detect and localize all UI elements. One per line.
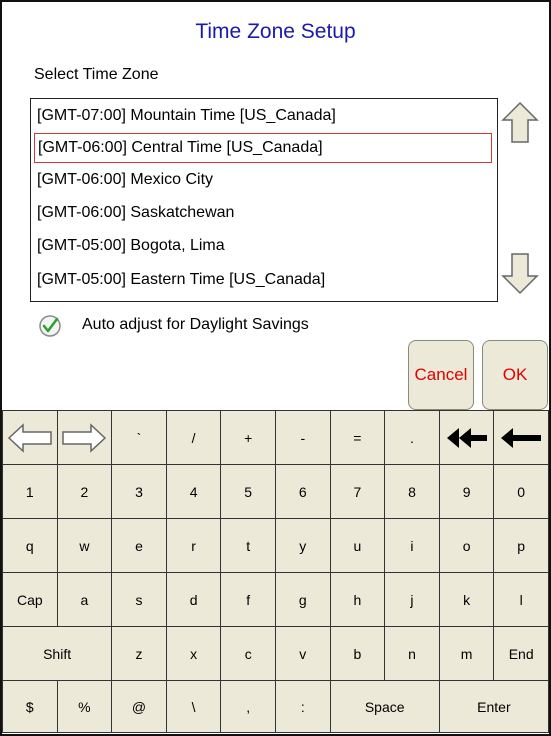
key-5[interactable]: 5	[220, 464, 276, 519]
key-equals[interactable]: =	[329, 410, 386, 465]
double-backspace-icon[interactable]	[438, 410, 495, 465]
scroll-down-arrow-icon[interactable]	[500, 252, 540, 296]
key-9[interactable]: 9	[438, 464, 495, 519]
key-b[interactable]: b	[329, 626, 386, 681]
scroll-up-arrow-icon[interactable]	[500, 100, 540, 144]
checkmark-icon[interactable]	[38, 314, 62, 338]
key-y[interactable]: y	[275, 518, 331, 573]
daylight-savings-label[interactable]: Auto adjust for Daylight Savings	[82, 316, 309, 334]
key-n[interactable]: n	[384, 626, 440, 681]
page-title: Time Zone Setup	[195, 20, 356, 43]
key-z[interactable]: z	[111, 626, 167, 681]
key-1[interactable]: 1	[2, 464, 58, 519]
key-4[interactable]: 4	[165, 464, 222, 519]
ok-button[interactable]: OK	[482, 340, 548, 410]
key-backtick[interactable]: `	[111, 410, 167, 465]
key-o[interactable]: o	[438, 518, 495, 573]
list-item-selected[interactable]: [GMT-06:00] Central Time [US_Canada]	[34, 133, 492, 163]
right-arrow-icon[interactable]	[56, 410, 113, 465]
key-q[interactable]: q	[2, 518, 58, 573]
list-item[interactable]: [GMT-07:00] Mountain Time [US_Canada]	[34, 101, 492, 131]
key-m[interactable]: m	[438, 626, 495, 681]
key-e[interactable]: e	[111, 518, 167, 573]
on-screen-keyboard: ` / + - =. 1 2 3 4 5 6 7 8 9 0 q w e r t y u i o p Cap a s d f g h j k l Sh…	[2, 410, 549, 733]
backspace-icon[interactable]	[493, 410, 549, 465]
key-backslash[interactable]: \	[165, 680, 222, 733]
key-8[interactable]: 8	[384, 464, 440, 519]
cancel-button[interactable]: Cancel	[408, 340, 474, 410]
list-item[interactable]: [GMT-06:00] Mexico City	[34, 165, 492, 195]
key-cap[interactable]: Cap	[2, 572, 58, 627]
key-comma[interactable]: ,	[220, 680, 276, 733]
key-j[interactable]: j	[384, 572, 440, 627]
key-7[interactable]: 7	[329, 464, 386, 519]
key-g[interactable]: g	[275, 572, 331, 627]
key-h[interactable]: h	[329, 572, 386, 627]
key-a[interactable]: a	[56, 572, 113, 627]
time-zone-list[interactable]: [GMT-07:00] Mountain Time [US_Canada] [G…	[30, 98, 498, 302]
key-0[interactable]: 0	[493, 464, 549, 519]
key-slash[interactable]: /	[165, 410, 222, 465]
key-u[interactable]: u	[329, 518, 386, 573]
key-dollar[interactable]: $	[2, 680, 58, 733]
key-shift[interactable]: Shift	[2, 626, 113, 681]
key-at[interactable]: @	[111, 680, 167, 733]
key-t[interactable]: t	[220, 518, 276, 573]
key-minus[interactable]: -	[275, 410, 331, 465]
key-enter[interactable]: Enter	[438, 680, 549, 733]
key-v[interactable]: v	[275, 626, 331, 681]
list-item[interactable]: [GMT-06:00] Saskatchewan	[34, 198, 492, 228]
key-l[interactable]: l	[493, 572, 549, 627]
select-time-zone-label: Select Time Zone	[34, 66, 159, 83]
key-c[interactable]: c	[220, 626, 276, 681]
key-s[interactable]: s	[111, 572, 167, 627]
key-w[interactable]: w	[56, 518, 113, 573]
key-end[interactable]: End	[493, 626, 549, 681]
key-x[interactable]: x	[165, 626, 222, 681]
list-item[interactable]: [GMT-05:00] Eastern Time [US_Canada]	[34, 265, 492, 295]
key-r[interactable]: r	[165, 518, 222, 573]
key-3[interactable]: 3	[111, 464, 167, 519]
key-d[interactable]: d	[165, 572, 222, 627]
key-space[interactable]: Space	[329, 680, 440, 733]
key-plus[interactable]: +	[220, 410, 276, 465]
key-f[interactable]: f	[220, 572, 276, 627]
key-p[interactable]: p	[493, 518, 549, 573]
key-2[interactable]: 2	[56, 464, 113, 519]
list-item[interactable]: [GMT-05:00] Bogota, Lima	[34, 231, 492, 261]
key-6[interactable]: 6	[275, 464, 331, 519]
key-period[interactable]: .	[384, 410, 440, 465]
key-i[interactable]: i	[384, 518, 440, 573]
key-percent[interactable]: %	[56, 680, 113, 733]
left-arrow-icon[interactable]	[2, 410, 58, 465]
key-k[interactable]: k	[438, 572, 495, 627]
key-colon[interactable]: :	[275, 680, 331, 733]
